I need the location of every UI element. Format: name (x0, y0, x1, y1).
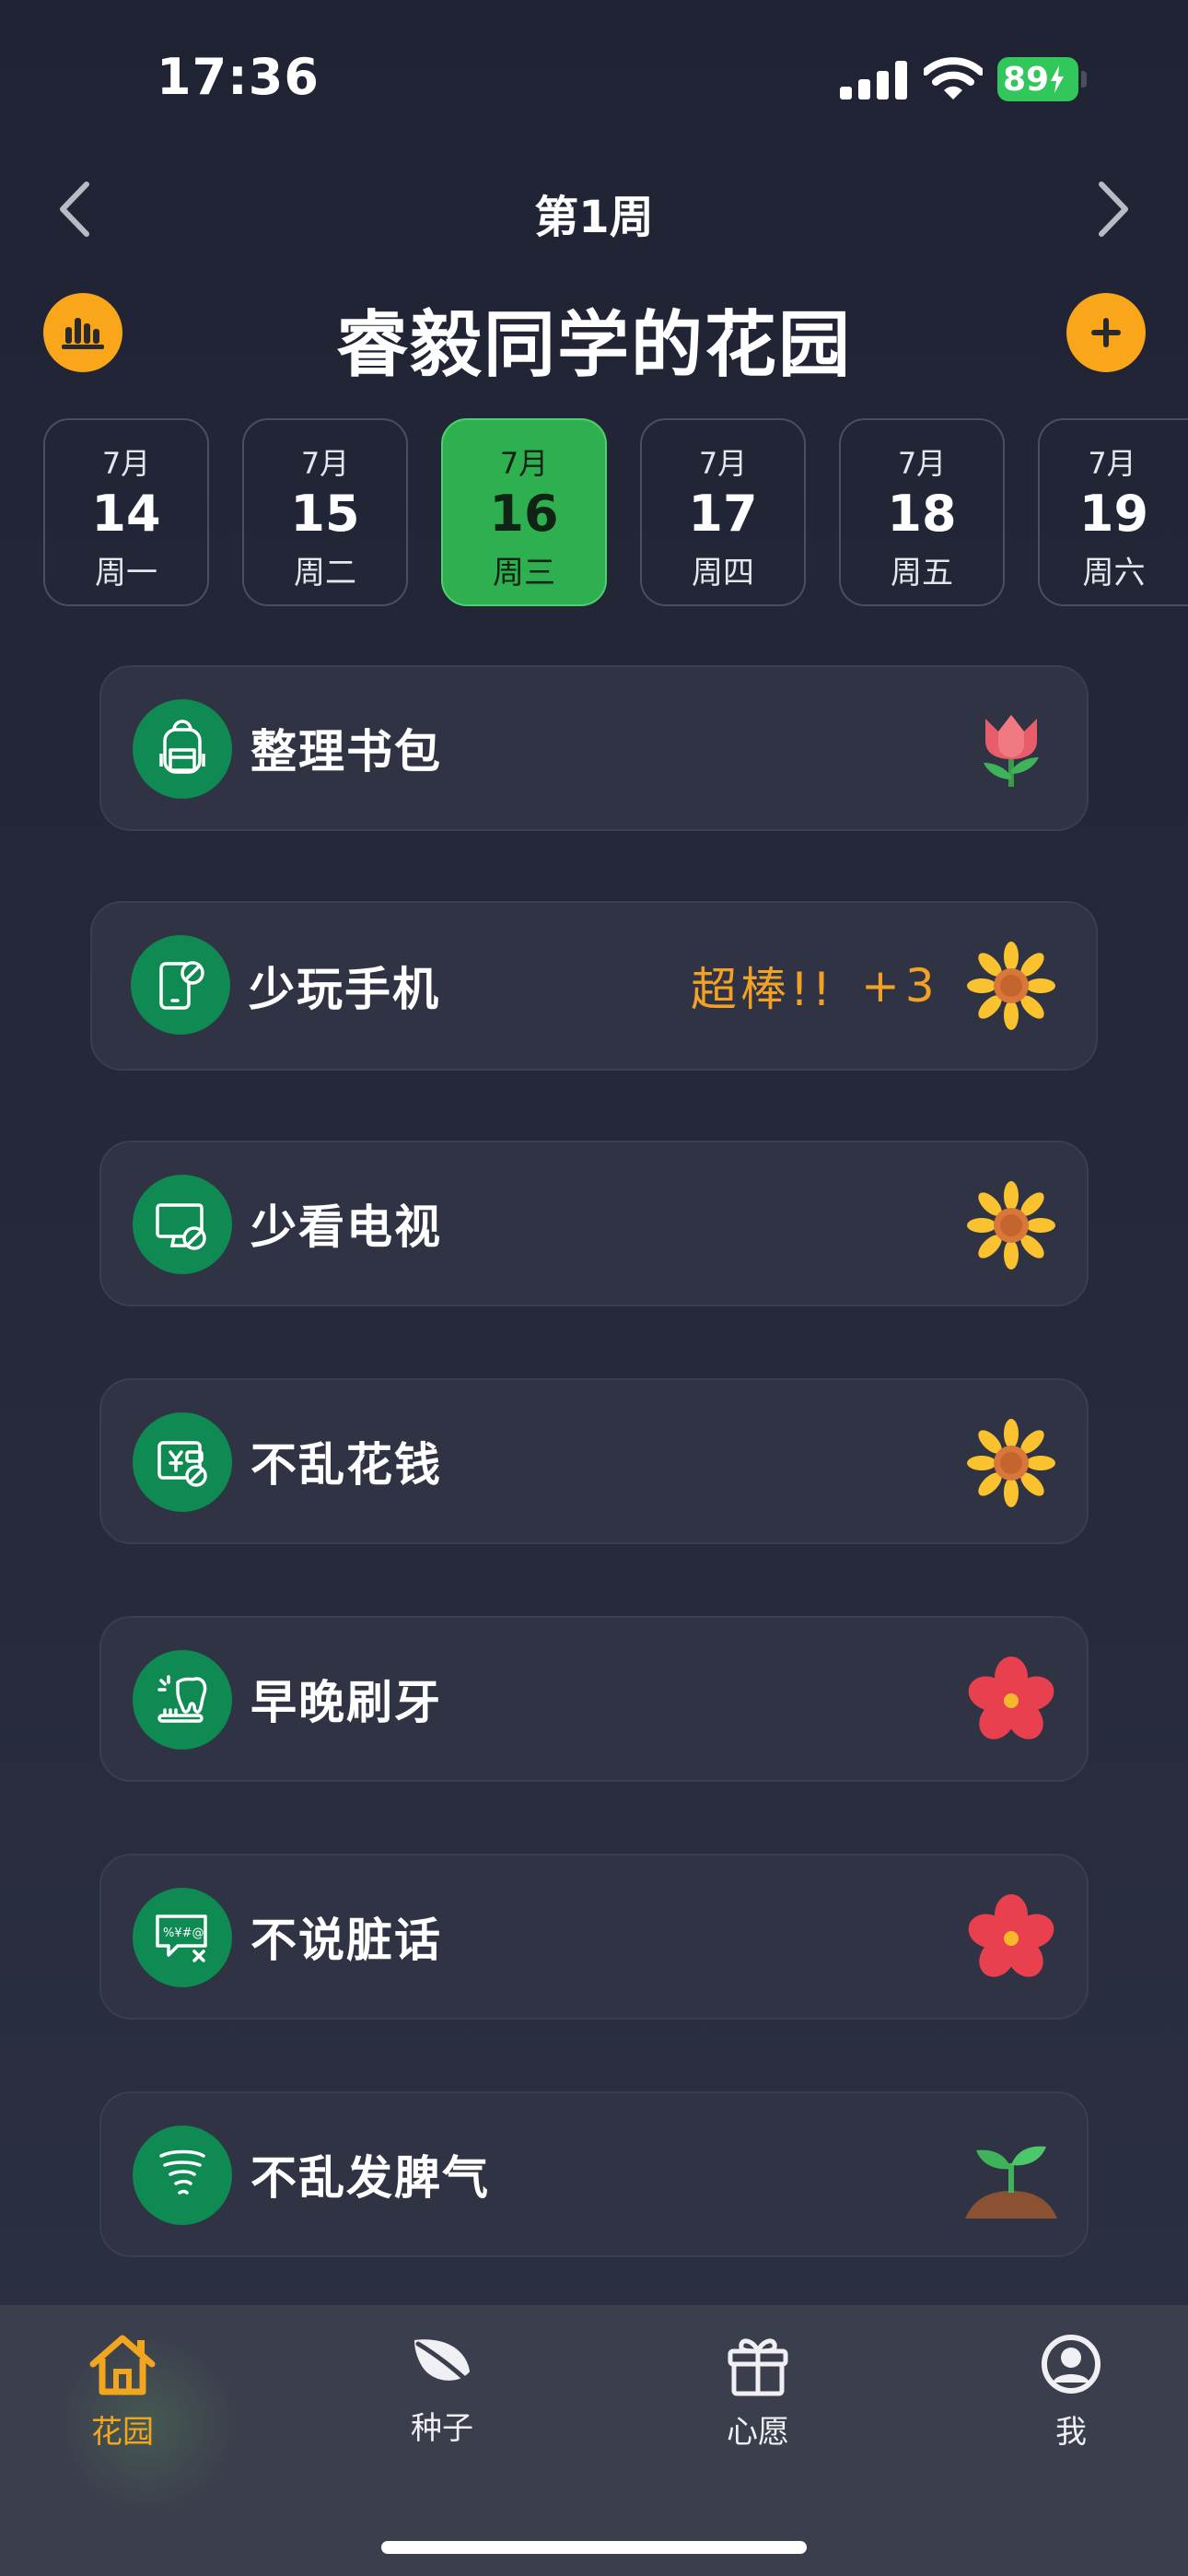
tab-label: 我 (1055, 2414, 1087, 2451)
wifi-icon (924, 57, 983, 100)
chevron-left-icon[interactable] (52, 177, 98, 241)
tab-garden[interactable]: 花园 (21, 2331, 224, 2452)
tab-wishes[interactable]: 心愿 (657, 2331, 859, 2452)
task-row-no-spending[interactable]: 不乱花钱 (99, 1378, 1089, 1544)
task-label: 少看电视 (250, 1200, 442, 1254)
day-month: 7月 (698, 446, 748, 481)
profile-icon (1042, 2335, 1101, 2394)
battery-indicator: 89 (997, 57, 1089, 101)
red-flower-icon (968, 1657, 1054, 1739)
day-weekday: 周四 (692, 555, 754, 591)
day-number: 18 (887, 485, 957, 543)
points-badge: +3 (861, 959, 940, 1013)
day-number: 15 (290, 485, 360, 543)
day-month: 7月 (897, 446, 947, 481)
no-swearing-icon: %¥#@ (133, 1888, 232, 1987)
tab-label: 种子 (411, 2410, 473, 2447)
home-indicator[interactable] (381, 2541, 807, 2554)
tab-seeds[interactable]: 种子 (341, 2331, 543, 2448)
sprout-icon (965, 2146, 1057, 2219)
day-card[interactable]: 7月 17 周四 (640, 418, 806, 606)
day-card[interactable]: 7月 18 周五 (839, 418, 1005, 606)
day-month: 7月 (300, 446, 350, 481)
day-month: 7月 (101, 446, 151, 481)
task-label: 整理书包 (250, 725, 442, 779)
day-weekday: 周三 (493, 555, 555, 591)
day-weekday: 周五 (891, 555, 953, 591)
task-row-less-tv[interactable]: 少看电视 (99, 1141, 1089, 1306)
tab-label: 心愿 (727, 2414, 789, 2451)
chevron-right-icon[interactable] (1090, 177, 1136, 241)
day-weekday: 周六 (1082, 555, 1146, 591)
day-month: 7月 (1088, 446, 1136, 481)
week-label: 第1周 (534, 192, 654, 243)
day-card[interactable]: 7月 14 周一 (43, 418, 209, 606)
page-title: 睿毅同学的花园 (335, 304, 852, 387)
tab-me[interactable]: 我 (970, 2331, 1172, 2452)
day-month: 7月 (499, 446, 549, 481)
task-row-brush-teeth[interactable]: 早晚刷牙 (99, 1616, 1089, 1782)
day-weekday: 周一 (95, 555, 157, 591)
tulip-icon (984, 715, 1039, 787)
red-flower-icon (968, 1894, 1054, 1977)
day-number: 19 (1078, 485, 1149, 543)
sunflower-icon (967, 942, 1055, 1030)
charging-bolt-icon (1051, 65, 1065, 93)
task-row-no-swearing[interactable]: %¥#@ 不说脏话 (99, 1854, 1089, 2020)
sunflower-icon (967, 1181, 1055, 1270)
task-label: 早晚刷牙 (250, 1676, 442, 1729)
status-time: 17:36 (157, 48, 320, 106)
plus-icon (1091, 318, 1121, 347)
add-task-button[interactable] (1066, 293, 1146, 372)
no-tv-icon (133, 1175, 232, 1274)
day-number: 17 (688, 485, 758, 543)
tornado-icon (133, 2125, 232, 2225)
leaf-icon (414, 2339, 478, 2391)
task-label: 不乱发脾气 (250, 2151, 490, 2205)
day-card[interactable]: 7月 15 周二 (242, 418, 408, 606)
battery-level: 89 (1003, 60, 1050, 99)
day-number: 16 (489, 485, 559, 543)
task-row-pack-bag[interactable]: 整理书包 (99, 665, 1089, 831)
cellular-signal-icon (840, 61, 907, 100)
task-row-less-phone[interactable]: 少玩手机 超棒!! +3 (90, 901, 1098, 1071)
tab-label: 花园 (91, 2414, 154, 2451)
praise-text: 超棒!! (691, 963, 835, 1016)
day-card-selected[interactable]: 7月 16 周三 (441, 418, 607, 606)
task-label: 不乱花钱 (250, 1438, 442, 1492)
svg-text:%¥#@: %¥#@ (163, 1926, 204, 1940)
day-number: 14 (91, 485, 161, 543)
day-weekday: 周二 (294, 555, 356, 591)
day-card[interactable]: 7月 19 周六 (1038, 418, 1188, 606)
task-label: 不说脏话 (250, 1914, 442, 1967)
no-phone-icon (131, 935, 230, 1035)
home-icon (89, 2335, 156, 2395)
task-label: 少玩手机 (249, 963, 440, 1016)
sunflower-icon (967, 1419, 1055, 1507)
no-spending-icon (133, 1412, 232, 1512)
task-row-no-temper[interactable]: 不乱发脾气 (99, 2091, 1089, 2257)
toothbrush-icon (133, 1650, 232, 1750)
gift-icon (728, 2338, 788, 2396)
backpack-icon (133, 699, 232, 799)
